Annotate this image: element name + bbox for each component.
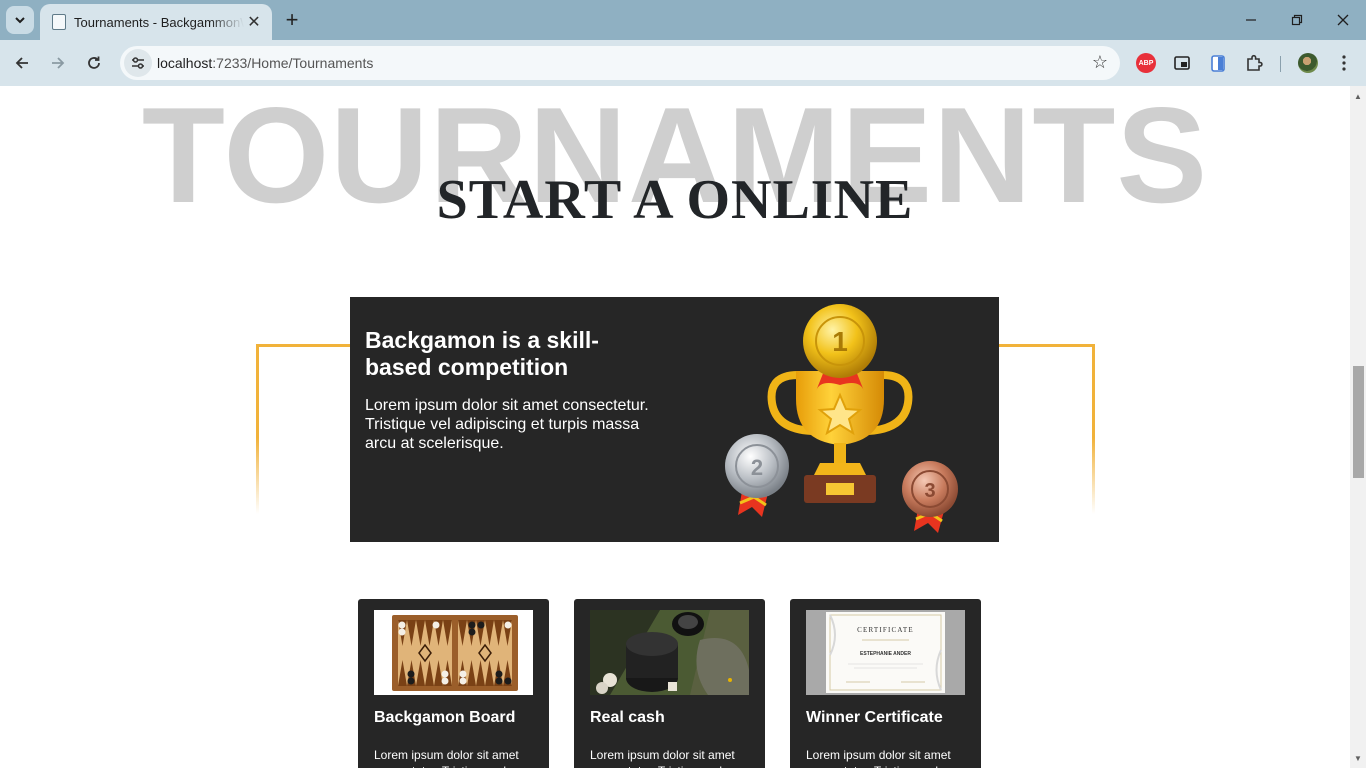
hero-banner: Backgamon is a skill-based competition L…: [350, 297, 999, 542]
dice-cup-drawing: [590, 610, 749, 695]
close-window-button[interactable]: [1320, 0, 1366, 40]
hero-title: Backgamon is a skill-based competition: [365, 327, 599, 380]
dice-cup-image: [590, 610, 749, 695]
certificate-image: CERTIFICATE ESTEPHANIE ANDER: [806, 610, 965, 695]
certificate-drawing: CERTIFICATE ESTEPHANIE ANDER: [806, 610, 965, 695]
scroll-up-arrow-icon[interactable]: ▲: [1350, 88, 1366, 104]
card-text: Lorem ipsum dolor sit amet consectetur. …: [590, 748, 735, 768]
reload-icon: [88, 56, 100, 69]
card-title: Winner Certificate: [806, 709, 943, 726]
restore-icon: [1291, 14, 1303, 26]
feature-card-cash[interactable]: Real cash Lorem ipsum dolor sit amet con…: [574, 599, 765, 768]
back-arrow-icon: [15, 57, 28, 69]
card-text: Lorem ipsum dolor sit amet consectetur. …: [374, 748, 519, 768]
scrollbar-thumb[interactable]: [1353, 366, 1364, 478]
tab-strip: Tournaments - BackgammonW ✕ +: [0, 0, 1366, 40]
extensions-puzzle-icon[interactable]: [1244, 53, 1264, 73]
bronze-medal-number: 3: [924, 480, 935, 502]
close-icon: [1337, 14, 1349, 26]
adblock-extension-icon[interactable]: ABP: [1136, 53, 1156, 73]
site-info-button[interactable]: [124, 49, 152, 77]
hero-description: Lorem ipsum dolor sit amet consectetur. …: [365, 397, 649, 452]
puzzle-glyph: [1247, 54, 1263, 71]
toolbar-divider: [1280, 56, 1281, 72]
forward-button[interactable]: [44, 49, 72, 77]
kebab-glyph: [1342, 55, 1346, 71]
new-tab-button[interactable]: +: [280, 7, 304, 32]
address-bar[interactable]: localhost:7233/Home/Tournaments ☆: [120, 46, 1120, 80]
browser-toolbar: localhost:7233/Home/Tournaments ☆ ABP: [0, 40, 1366, 86]
clipboard-extension-icon[interactable]: [1208, 53, 1228, 73]
minimize-icon: [1246, 19, 1256, 21]
minimize-button[interactable]: [1228, 0, 1274, 40]
decorative-frame-left: [256, 344, 350, 514]
picture-in-picture-icon[interactable]: [1172, 53, 1192, 73]
page-viewport: TOURNAMENTS START A ONLINE Backgamon is …: [0, 86, 1350, 768]
certificate-name: ESTEPHANIE ANDER: [860, 651, 911, 657]
card-title: Backgamon Board: [374, 709, 516, 726]
feature-card-board[interactable]: Backgamon Board Lorem ipsum dolor sit am…: [358, 599, 549, 768]
feature-card-certificate[interactable]: CERTIFICATE ESTEPHANIE ANDER Winner Cert…: [790, 599, 981, 768]
reload-button[interactable]: [80, 49, 108, 77]
certificate-heading: CERTIFICATE: [857, 626, 914, 634]
chevron-down-icon: [15, 17, 25, 24]
scroll-down-arrow-icon[interactable]: ▼: [1350, 750, 1366, 766]
decorative-frame-right: [999, 344, 1095, 514]
clipboard-glyph: [1211, 55, 1225, 72]
trophy-medals-illustration: 1 2 3: [725, 304, 958, 533]
page-headline: START A ONLINE: [436, 169, 914, 231]
forward-arrow-icon: [52, 57, 65, 69]
menu-kebab-icon[interactable]: [1334, 53, 1354, 73]
tune-icon: [132, 57, 144, 69]
tab-title: Tournaments - BackgammonW: [74, 14, 244, 30]
bookmark-star-icon[interactable]: ☆: [1092, 52, 1108, 73]
silver-medal-number: 2: [751, 455, 763, 480]
restore-button[interactable]: [1274, 0, 1320, 40]
browser-tab-active[interactable]: Tournaments - BackgammonW ✕: [40, 4, 272, 40]
tab-search-button[interactable]: [6, 6, 34, 34]
abp-label: ABP: [1138, 59, 1154, 67]
page-scrollbar[interactable]: ▲ ▼: [1350, 86, 1366, 768]
url-host: localhost: [157, 55, 213, 71]
url-path: :7233/Home/Tournaments: [212, 55, 374, 71]
gold-medal-number: 1: [832, 326, 848, 357]
pip-glyph: [1174, 56, 1190, 70]
backgammon-board-drawing: [392, 615, 518, 691]
backgammon-board-image: [374, 610, 533, 695]
profile-avatar[interactable]: [1298, 53, 1318, 73]
close-tab-icon[interactable]: ✕: [244, 12, 264, 32]
card-title: Real cash: [590, 709, 665, 726]
back-button[interactable]: [8, 49, 36, 77]
url-text[interactable]: localhost:7233/Home/Tournaments: [157, 55, 373, 71]
card-text: Lorem ipsum dolor sit amet consectetur. …: [806, 748, 951, 768]
page-icon: [52, 14, 66, 30]
